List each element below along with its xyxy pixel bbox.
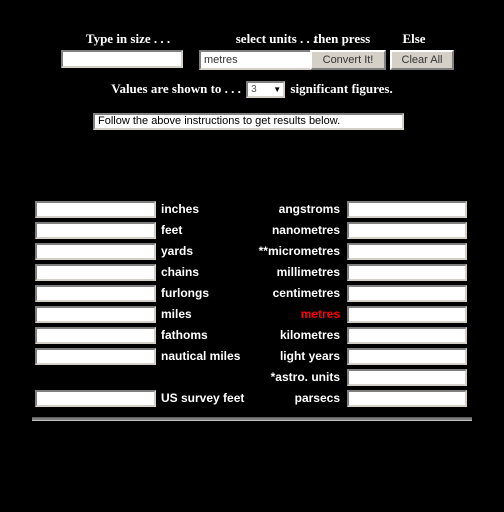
unit-label-right: parsecs (294, 391, 340, 405)
significant-figures-line: Values are shown to . . . 3 ▼ significan… (0, 80, 504, 99)
result-input-right[interactable] (347, 264, 467, 281)
result-input-right[interactable] (347, 222, 467, 239)
conversion-row: yards **micrometres (0, 242, 504, 263)
convert-it-button[interactable]: Convert It! (310, 50, 386, 70)
result-input-left[interactable] (35, 306, 156, 323)
result-input-right[interactable] (347, 243, 467, 260)
unit-label-right: **micrometres (258, 244, 340, 258)
result-input-right[interactable] (347, 327, 467, 344)
converter-controls: Type in size . . . select units . . . th… (0, 32, 504, 72)
horizontal-divider (32, 417, 472, 421)
control-widgets-row: metres ▼ Convert It! Clear All (0, 50, 504, 72)
header-then-press: then press (313, 31, 371, 46)
result-input-right[interactable] (347, 285, 467, 302)
significant-figures-select[interactable]: 3 ▼ (246, 80, 286, 98)
unit-label-right: millimetres (276, 265, 340, 279)
result-input-right[interactable] (347, 369, 467, 386)
conversion-row: inches angstroms (0, 200, 504, 221)
conversion-grid: inches angstroms feet nanometres yards **micr… (0, 200, 504, 410)
conversion-row: fathoms kilometres (0, 326, 504, 347)
sigfig-suffix-label: significant figures. (290, 81, 393, 96)
conversion-row: miles metres (0, 305, 504, 326)
result-input-left[interactable] (35, 390, 156, 407)
result-input-left[interactable] (35, 222, 156, 239)
header-type-in-size: Type in size . . . (85, 31, 171, 46)
control-headers-row: Type in size . . . select units . . . th… (0, 32, 504, 48)
size-input[interactable] (61, 50, 183, 68)
result-input-left[interactable] (35, 285, 156, 302)
result-input-right[interactable] (347, 306, 467, 323)
chevron-down-icon: ▼ (273, 84, 282, 94)
status-message-box: Follow the above instructions to get res… (93, 113, 404, 130)
unit-label-right: *astro. units (270, 370, 340, 384)
unit-label-right: light years (279, 349, 340, 363)
clear-all-button[interactable]: Clear All (390, 50, 454, 70)
unit-label-right-selected: metres (300, 307, 340, 321)
header-else: Else (402, 31, 426, 46)
unit-label-right: centimetres (272, 286, 340, 300)
unit-label-right: angstroms (278, 202, 340, 216)
conversion-row: furlongs centimetres (0, 284, 504, 305)
result-input-left[interactable] (35, 348, 156, 365)
result-input-right[interactable] (347, 201, 467, 218)
result-input-left[interactable] (35, 201, 156, 218)
result-input-left[interactable] (35, 243, 156, 260)
result-input-right[interactable] (347, 390, 467, 407)
sigfig-prefix-label: Values are shown to . . . (111, 81, 241, 96)
result-input-right[interactable] (347, 348, 467, 365)
conversion-row: *astro. units (0, 368, 504, 389)
result-input-left[interactable] (35, 327, 156, 344)
result-input-left[interactable] (35, 264, 156, 281)
unit-label-right: nanometres (271, 223, 340, 237)
conversion-row: feet nanometres (0, 221, 504, 242)
conversion-row: chains millimetres (0, 263, 504, 284)
conversion-row: nautical miles light years (0, 347, 504, 368)
conversion-row: US survey feet parsecs (0, 389, 504, 410)
unit-select[interactable]: metres ▼ (199, 50, 324, 70)
unit-select-value: metres (204, 54, 238, 66)
sigfig-value: 3 (251, 83, 257, 95)
unit-label-right: kilometres (279, 328, 340, 342)
